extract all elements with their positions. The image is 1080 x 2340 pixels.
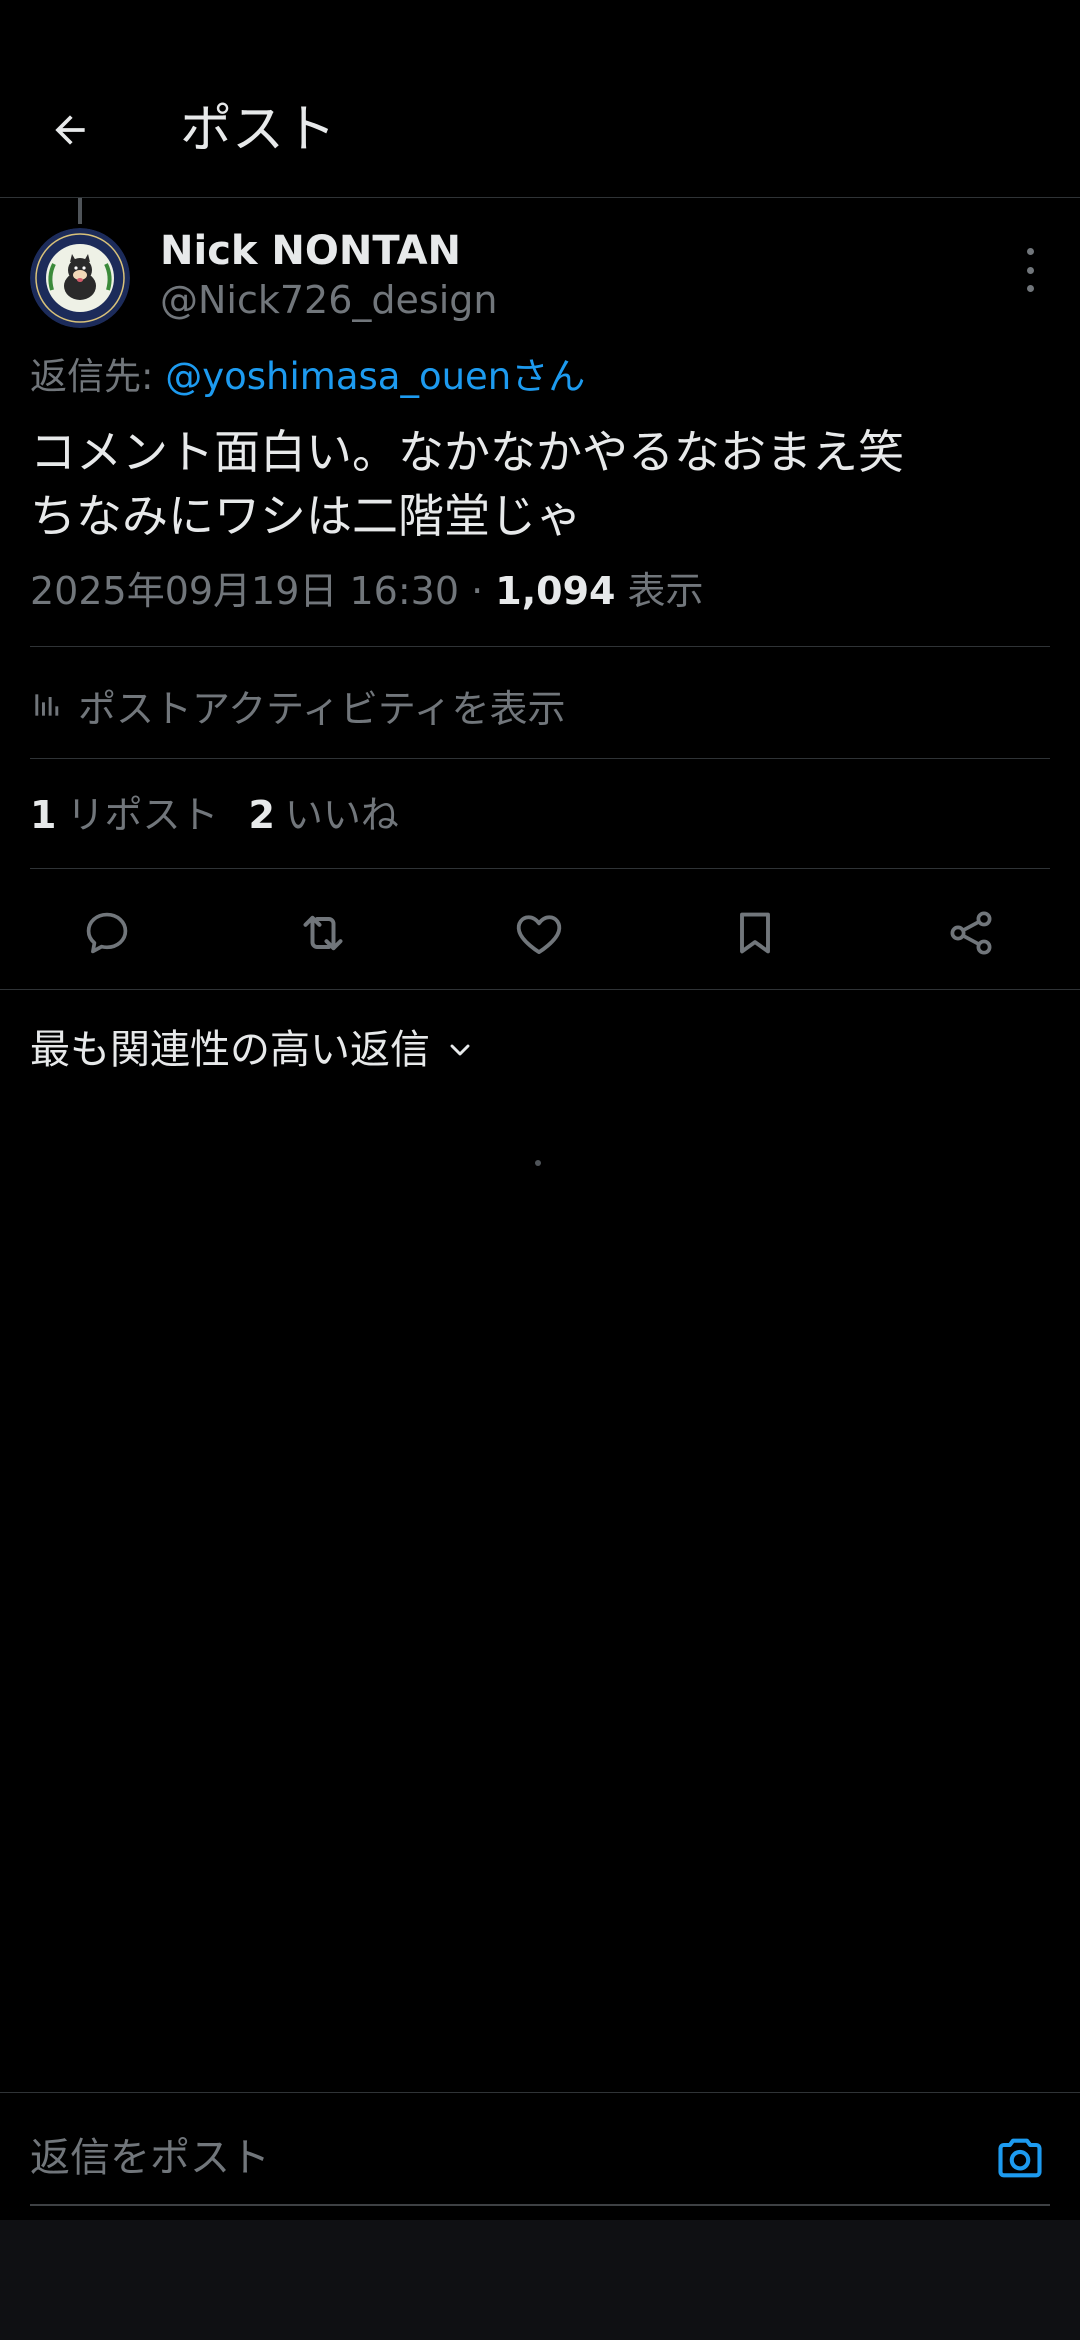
divider [0, 989, 1080, 990]
engagement-stats: 1 リポスト 2 いいね [30, 790, 399, 840]
camera-button[interactable] [990, 2130, 1050, 2186]
post-activity-label: ポストアクティビティを表示 [78, 686, 566, 731]
divider [30, 758, 1050, 759]
reply-input[interactable]: 返信をポスト [30, 2130, 270, 2186]
post-body: コメント面白い。なかなかやるなおまえ笑 ちなみにワシは二階堂じゃ [30, 420, 1050, 548]
post-meta: 2025年09月19日 16:30 · 1,094 表示 [30, 566, 704, 616]
avatar[interactable] [30, 228, 130, 328]
reply-button[interactable] [79, 905, 135, 961]
reply-to-line: 返信先: @yoshimasa_ouenさん [30, 352, 585, 402]
chevron-down-icon [444, 1034, 476, 1066]
likes-stat[interactable]: 2 いいね [248, 793, 398, 837]
post-text-line: ちなみにワシは二階堂じゃ [30, 489, 582, 543]
thread-connector-line [78, 198, 82, 224]
divider [30, 868, 1050, 869]
reply-to-handle-link[interactable]: @yoshimasa_ouenさん [165, 355, 585, 398]
like-button[interactable] [511, 905, 567, 961]
bookmark-icon [740, 912, 770, 954]
divider [30, 646, 1050, 647]
post-text-line: コメント面白い。なかなかやるなおまえ笑 [30, 425, 904, 479]
reply-input-underline [30, 2204, 1050, 2206]
more-options-button[interactable] [1010, 248, 1050, 292]
reply-icon [86, 912, 128, 954]
reposts-stat[interactable]: 1 リポスト [30, 793, 218, 837]
reposts-count: 1 [30, 793, 57, 837]
meta-separator: · [459, 569, 496, 613]
arrow-left-icon [55, 115, 85, 145]
views-count: 1,094 [495, 569, 616, 613]
reply-to-prefix: 返信先: [30, 355, 166, 398]
more-vertical-icon [1026, 248, 1034, 255]
post-timestamp[interactable]: 2025年09月19日 16:30 [30, 569, 459, 613]
avatar-image [30, 228, 130, 328]
page-title: ポスト [180, 100, 337, 160]
reposts-label: リポスト [66, 793, 219, 837]
top-app-bar: ポスト [0, 0, 1080, 198]
repost-icon [303, 915, 343, 951]
reply-sort-dropdown[interactable]: 最も関連性の高い返信 [30, 1022, 476, 1078]
views-label: 表示 [615, 569, 704, 613]
camera-icon [998, 2138, 1042, 2178]
bar-chart-icon [30, 689, 62, 721]
repost-button[interactable] [295, 905, 351, 961]
bookmark-button[interactable] [727, 905, 783, 961]
loading-indicator [535, 1160, 541, 1166]
system-nav-bar [0, 2220, 1080, 2340]
back-button[interactable] [40, 100, 100, 160]
likes-count: 2 [248, 793, 275, 837]
reply-sort-label: 最も関連性の高い返信 [30, 1027, 430, 1073]
author-name[interactable]: Nick NONTAN [160, 226, 461, 276]
author-handle[interactable]: @Nick726_design [160, 275, 497, 325]
likes-label: いいね [284, 793, 399, 837]
share-icon [950, 911, 992, 955]
action-bar [0, 885, 1080, 975]
reply-to-suffix: さん [511, 355, 586, 398]
like-icon [516, 915, 562, 955]
share-button[interactable] [943, 905, 999, 961]
post-activity-link[interactable]: ポストアクティビティを表示 [30, 680, 566, 731]
reply-to-handle: @yoshimasa_ouen [165, 355, 512, 398]
